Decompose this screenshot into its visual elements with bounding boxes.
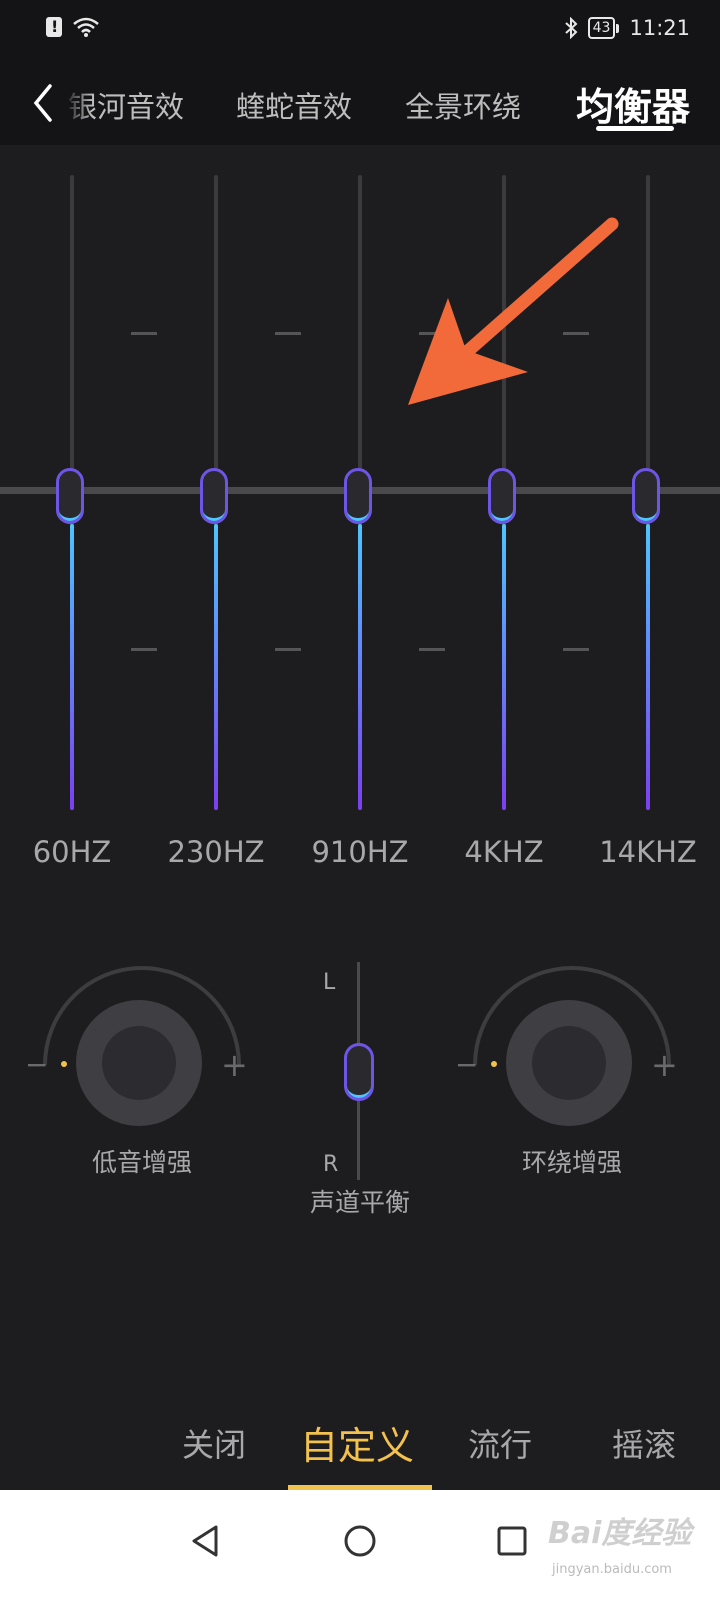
bass-minus: − <box>25 1048 49 1081</box>
tab-equalizer[interactable]: 均衡器 <box>576 76 690 131</box>
tabs-fade <box>64 74 92 134</box>
bass-level-dot <box>61 1061 67 1067</box>
balance-right-label: R <box>323 1152 339 1177</box>
preset-pop[interactable]: 流行 <box>468 1420 532 1466</box>
eq-slider-handle[interactable] <box>632 467 660 524</box>
wifi-icon <box>73 17 99 37</box>
preset-rock[interactable]: 摇滚 <box>612 1420 676 1466</box>
bluetooth-icon <box>564 17 578 39</box>
eq-slider-handle[interactable] <box>200 467 228 524</box>
bass-plus: + <box>221 1046 248 1084</box>
surround-boost-dial[interactable]: − + <box>455 960 678 1170</box>
eq-band-910hz[interactable] <box>344 175 372 810</box>
system-nav-bar: Bai度经验 jingyan.baidu.com <box>0 1490 720 1600</box>
balance-left-label: L <box>323 970 336 995</box>
eq-scale-mark <box>419 648 445 651</box>
clock: 11:21 <box>629 16 690 40</box>
back-icon[interactable] <box>28 78 58 128</box>
battery-icon: 43 <box>587 17 620 39</box>
surround-minus: − <box>455 1048 479 1081</box>
eq-fill <box>214 523 218 810</box>
eq-band-label: 60HZ <box>32 835 112 869</box>
baidu-watermark: Bai度经验 <box>548 1516 692 1551</box>
surround-plus: + <box>651 1046 678 1084</box>
eq-slider-handle[interactable] <box>488 467 516 524</box>
eq-fill <box>358 523 362 810</box>
nav-home-icon[interactable] <box>342 1523 378 1559</box>
eq-fill <box>502 523 506 810</box>
tab-panoramic-surround[interactable]: 全景环绕 <box>405 84 521 126</box>
annotation-arrow-icon <box>408 217 619 405</box>
eq-band-label: 230HZ <box>167 835 265 869</box>
surround-boost-label: 环绕增强 <box>521 1148 622 1177</box>
channel-balance-label: 声道平衡 <box>309 1188 410 1217</box>
bass-knob[interactable] <box>76 1000 202 1126</box>
eq-band-label: 4KHZ <box>464 835 544 869</box>
eq-band-label: 910HZ <box>311 835 409 869</box>
surround-level-dot <box>491 1061 497 1067</box>
eq-scale-mark <box>131 648 157 651</box>
eq-scale-mark <box>275 332 301 335</box>
bass-boost-label: 低音增强 <box>91 1148 192 1177</box>
eq-band-label: 14KHZ <box>599 835 697 869</box>
nav-recents-icon[interactable] <box>496 1523 528 1559</box>
eq-band-14khz[interactable] <box>632 175 660 810</box>
eq-band-60hz[interactable] <box>56 175 84 810</box>
eq-band-230hz[interactable] <box>200 175 228 810</box>
eq-slider-handle[interactable] <box>56 467 84 524</box>
status-right: 43 11:21 <box>564 16 690 40</box>
sim-alert-icon <box>46 17 62 37</box>
balance-slider-handle[interactable] <box>344 1043 374 1101</box>
battery-level: 43 <box>587 17 616 39</box>
eq-scale-mark <box>563 648 589 651</box>
eq-fill <box>646 523 650 810</box>
eq-fill <box>70 523 74 810</box>
effect-tabs: 银河音效 蝰蛇音效 全景环绕 均衡器 <box>0 60 720 145</box>
eq-slider-handle[interactable] <box>344 467 372 524</box>
tab-viper-effect[interactable]: 蝰蛇音效 <box>236 84 352 126</box>
eq-scale-mark <box>275 648 301 651</box>
status-left <box>46 16 100 38</box>
bass-boost-dial[interactable]: − + <box>25 960 248 1170</box>
active-tab-indicator <box>596 126 674 131</box>
surround-knob[interactable] <box>506 1000 632 1126</box>
eq-scale-mark <box>131 332 157 335</box>
baidu-watermark-url: jingyan.baidu.com <box>552 1562 672 1577</box>
nav-back-icon[interactable] <box>190 1523 222 1559</box>
status-bar: 43 11:21 <box>0 0 720 60</box>
preset-custom[interactable]: 自定义 <box>300 1415 414 1470</box>
preset-off[interactable]: 关闭 <box>182 1420 246 1466</box>
